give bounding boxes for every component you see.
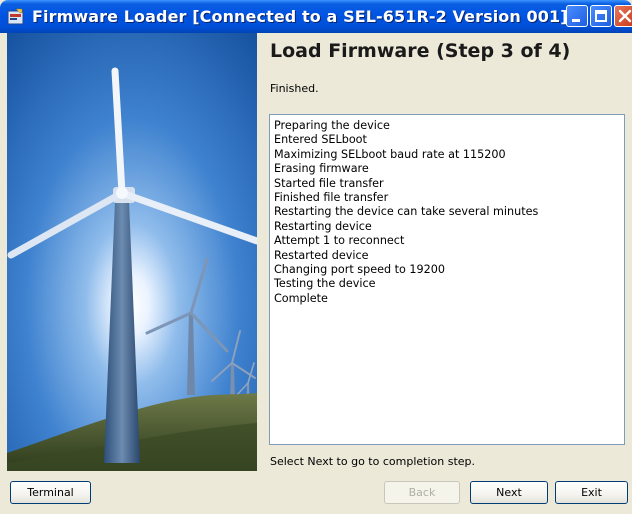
window-title: Firmware Loader [Connected to a SEL-651R… xyxy=(32,7,568,26)
terminal-button[interactable]: Terminal xyxy=(10,481,91,504)
log-line: Attempt 1 to reconnect xyxy=(274,234,405,248)
progress-log[interactable]: Preparing the device Entered SELboot Maxim… xyxy=(269,114,625,445)
next-button[interactable]: Next xyxy=(470,481,548,504)
instruction-text: Select Next to go to completion step. xyxy=(270,455,475,468)
log-line: Maximizing SELboot baud rate at 115200 xyxy=(274,147,506,161)
log-line: Restarted device xyxy=(274,248,369,262)
title-bar[interactable]: Firmware Loader [Connected to a SEL-651R… xyxy=(0,0,632,33)
step-heading: Load Firmware (Step 3 of 4) xyxy=(270,40,571,62)
log-line: Restarting device xyxy=(274,219,372,233)
log-line: Preparing the device xyxy=(274,119,390,132)
status-text: Finished. xyxy=(270,82,319,95)
exit-button[interactable]: Exit xyxy=(555,481,628,504)
close-button[interactable] xyxy=(614,5,632,27)
log-line: Finished file transfer xyxy=(274,191,389,205)
firmware-loader-app-icon xyxy=(7,8,25,26)
log-line: Entered SELboot xyxy=(274,133,367,147)
back-button[interactable]: Back xyxy=(384,481,460,504)
firmware-loader-window: Firmware Loader [Connected to a SEL-651R… xyxy=(0,0,632,514)
log-line: Testing the device xyxy=(274,277,376,291)
close-icon xyxy=(618,9,632,23)
log-line: Restarting the device can take several m… xyxy=(274,205,539,219)
log-line: Started file transfer xyxy=(274,176,384,190)
wind-turbine-illustration xyxy=(7,33,257,471)
minimize-button[interactable] xyxy=(566,5,588,27)
log-line: Changing port speed to 19200 xyxy=(274,263,446,277)
minimize-icon xyxy=(572,19,580,22)
maximize-icon xyxy=(595,10,607,22)
log-line: Erasing firmware xyxy=(274,162,369,176)
maximize-button[interactable] xyxy=(590,5,612,27)
log-line: Complete xyxy=(274,291,328,305)
wind-turbine-image xyxy=(7,33,257,471)
